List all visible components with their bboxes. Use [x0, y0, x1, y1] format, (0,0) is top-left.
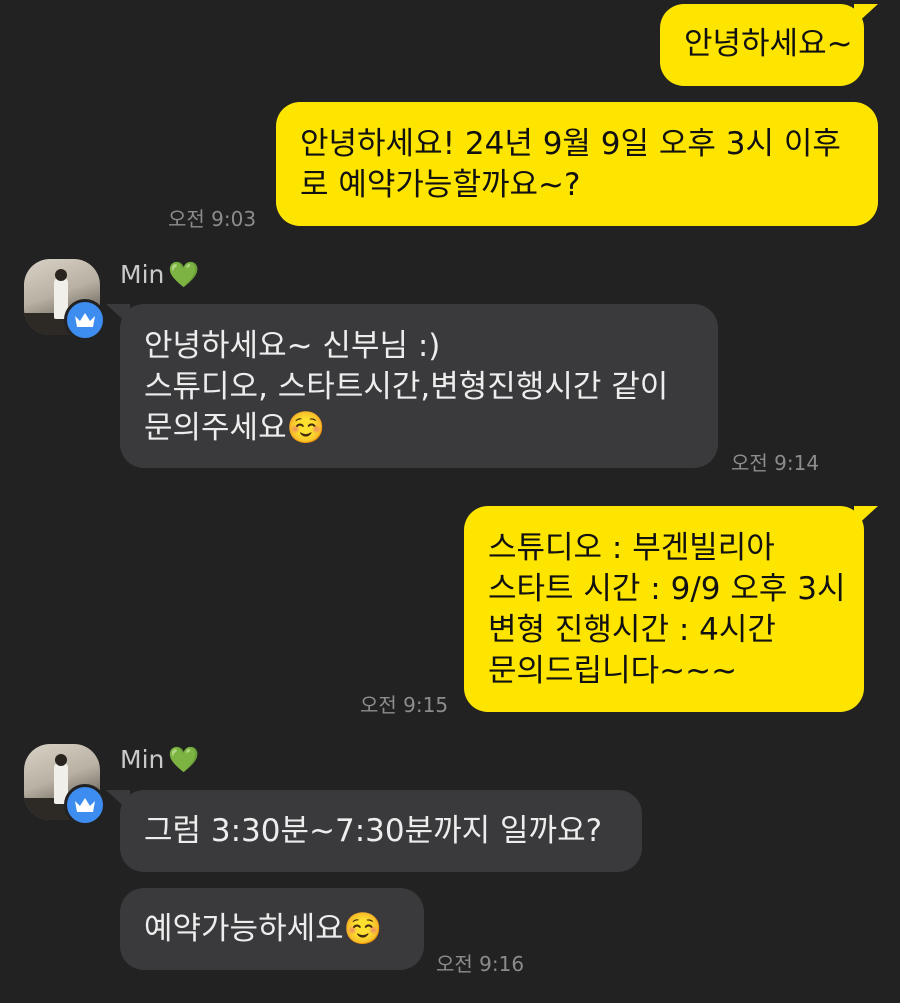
my-message-bubble[interactable]: 안녕하세요~ — [660, 4, 878, 86]
crown-icon — [64, 299, 106, 341]
message-timestamp: 오전 9:14 — [731, 451, 820, 475]
crown-icon — [64, 784, 106, 826]
message-timestamp: 오전 9:16 — [436, 952, 525, 976]
green-heart-icon: 💚 — [168, 745, 200, 774]
message-timestamp: 오전 9:15 — [360, 693, 449, 717]
sender-name[interactable]: Min 💚 — [120, 260, 200, 290]
my-message-bubble[interactable]: 안녕하세요! 24년 9월 9일 오후 3시 이후 로 예약가능할까요~? — [276, 102, 878, 226]
sender-name-text: Min — [120, 745, 165, 774]
message-line: 안녕하세요! 24년 9월 9일 오후 3시 이후 — [300, 126, 841, 162]
avatar-photo-head — [55, 754, 67, 766]
message-line: 스타트 시간 : 9/9 오후 3시 — [488, 571, 846, 607]
message-line: 변형 진행시간 : 4시간 — [488, 612, 776, 648]
message-line: 로 예약가능할까요~? — [300, 167, 581, 203]
message-line: 문의드립니다~~~ — [488, 653, 738, 689]
message-text: 예약가능하세요☺️ — [144, 911, 383, 947]
sender-name[interactable]: Min 💚 — [120, 745, 200, 775]
their-message-bubble[interactable]: 안녕하세요~ 신부님 :) 스튜디오, 스타트시간,변형진행시간 같이 문의주세… — [106, 304, 718, 468]
message-line: 안녕하세요~ 신부님 :) — [144, 328, 441, 364]
crown-icon-glyph — [75, 313, 95, 327]
my-message-bubble[interactable]: 스튜디오 : 부겐빌리아 스타트 시간 : 9/9 오후 3시 변형 진행시간 … — [464, 506, 878, 712]
crown-icon-glyph — [75, 798, 95, 812]
message-text: 안녕하세요~ — [684, 26, 853, 62]
message-line: 문의주세요☺️ — [144, 410, 326, 446]
sender-name-text: Min — [120, 260, 165, 289]
message-line: 스튜디오, 스타트시간,변형진행시간 같이 — [144, 369, 669, 405]
green-heart-icon: 💚 — [168, 260, 200, 289]
message-timestamp: 오전 9:03 — [168, 207, 257, 231]
message-text: 그럼 3:30분~7:30분까지 일까요? — [144, 813, 603, 849]
their-message-bubble[interactable]: 그럼 3:30분~7:30분까지 일까요? — [106, 790, 642, 872]
their-message-bubble[interactable]: 예약가능하세요☺️ — [120, 888, 424, 970]
avatar-photo-head — [55, 269, 67, 281]
message-line: 스튜디오 : 부겐빌리아 — [488, 530, 775, 566]
